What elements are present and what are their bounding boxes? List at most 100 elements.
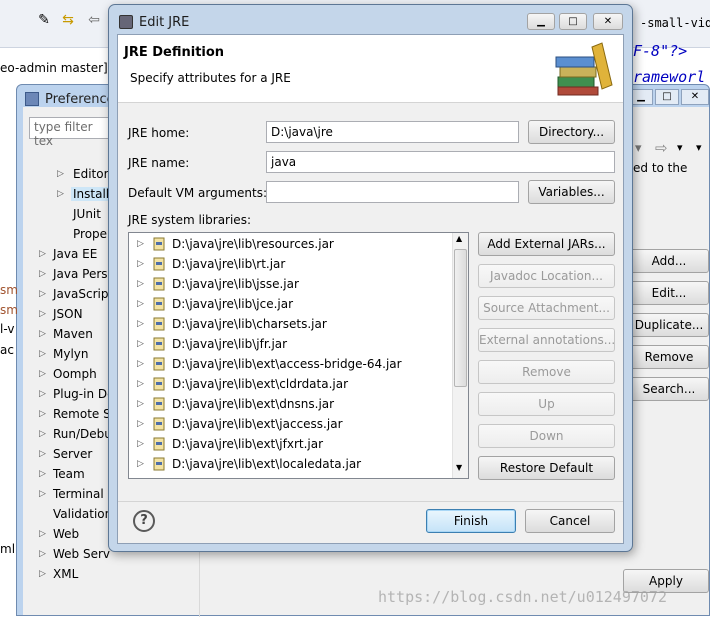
- tree-item-remote-systems[interactable]: Remote S: [53, 407, 111, 421]
- tree-item-xml[interactable]: XML: [53, 567, 78, 581]
- list-item[interactable]: ▷ D:\java\jre\lib\ext\jfxrt.jar: [129, 434, 454, 454]
- scroll-thumb[interactable]: [454, 249, 467, 387]
- tree-item-server[interactable]: Server: [53, 447, 92, 461]
- list-item[interactable]: ▷ D:\java\jre\lib\ext\cldrdata.jar: [129, 374, 454, 394]
- expand-arrow-icon[interactable]: ▷: [39, 469, 46, 479]
- list-item[interactable]: ▷ D:\java\jre\lib\jce.jar: [129, 294, 454, 314]
- tree-item-editor[interactable]: Editor: [73, 167, 109, 181]
- jre-name-input[interactable]: java: [266, 151, 615, 173]
- expand-arrow-icon[interactable]: ▷: [39, 329, 46, 339]
- list-item[interactable]: ▷ D:\java\jre\lib\rt.jar: [129, 254, 454, 274]
- expand-arrow-icon[interactable]: ▷: [137, 374, 144, 394]
- tree-item-terminal[interactable]: Terminal: [53, 487, 104, 501]
- tree-item-properties[interactable]: Prope: [73, 227, 107, 241]
- expand-arrow-icon[interactable]: ▷: [137, 254, 144, 274]
- up-button[interactable]: Up: [478, 392, 615, 416]
- tree-item-java-persistence[interactable]: Java Pers: [53, 267, 108, 281]
- tree-item-maven[interactable]: Maven: [53, 327, 93, 341]
- back-icon[interactable]: ⇦: [86, 12, 102, 28]
- javadoc-location-button[interactable]: Javadoc Location...: [478, 264, 615, 288]
- expand-arrow-icon[interactable]: ▷: [57, 189, 64, 199]
- remove-jre-button[interactable]: Remove: [629, 345, 709, 369]
- list-item[interactable]: ▷ D:\java\jre\lib\ext\localedata.jar: [129, 454, 454, 474]
- expand-arrow-icon[interactable]: ▷: [137, 314, 144, 334]
- expand-arrow-icon[interactable]: ▷: [39, 549, 46, 559]
- close-icon[interactable]: ✕: [681, 89, 709, 105]
- expand-arrow-icon[interactable]: ▷: [137, 274, 144, 294]
- search-jre-button[interactable]: Search...: [629, 377, 709, 401]
- expand-arrow-icon[interactable]: ▷: [137, 454, 144, 474]
- nav-back-icon[interactable]: ▾: [635, 141, 642, 156]
- dialog-close-button[interactable]: ✕: [593, 13, 623, 30]
- list-item[interactable]: ▷ D:\java\jre\lib\jfr.jar: [129, 334, 454, 354]
- expand-arrow-icon[interactable]: ▷: [137, 394, 144, 414]
- expand-arrow-icon[interactable]: ▷: [39, 429, 46, 439]
- cancel-button[interactable]: Cancel: [525, 509, 615, 533]
- help-icon[interactable]: ?: [133, 510, 155, 532]
- list-item[interactable]: ▷ D:\java\jre\lib\ext\jaccess.jar: [129, 414, 454, 434]
- libraries-scrollbar[interactable]: ▲ ▼: [452, 233, 468, 478]
- expand-arrow-icon[interactable]: ▷: [39, 309, 46, 319]
- scroll-down-icon[interactable]: ▼: [456, 463, 462, 472]
- expand-arrow-icon[interactable]: ▷: [39, 369, 46, 379]
- filter-input[interactable]: type filter tex: [29, 117, 109, 148]
- nav-forward-icon[interactable]: ⇨: [655, 139, 668, 157]
- finish-button[interactable]: Finish: [426, 509, 516, 533]
- tree-item-oomph[interactable]: Oomph: [53, 367, 97, 381]
- add-external-jars-button[interactable]: Add External JARs...: [478, 232, 615, 256]
- variables-button[interactable]: Variables...: [528, 180, 615, 204]
- expand-arrow-icon[interactable]: ▷: [137, 294, 144, 314]
- tree-item-run-debug[interactable]: Run/Debu: [53, 427, 112, 441]
- expand-arrow-icon[interactable]: ▷: [137, 434, 144, 454]
- swap-icon[interactable]: ⇆: [60, 12, 76, 28]
- list-item[interactable]: ▷ D:\java\jre\lib\jsse.jar: [129, 274, 454, 294]
- expand-arrow-icon[interactable]: ▷: [137, 354, 144, 374]
- source-attachment-button[interactable]: Source Attachment...: [478, 296, 615, 320]
- libraries-list[interactable]: ▷ D:\java\jre\lib\resources.jar ▷ D:\jav…: [128, 232, 469, 479]
- list-item[interactable]: ▷ D:\java\jre\lib\resources.jar: [129, 234, 454, 254]
- tree-item-web-services[interactable]: Web Serv: [53, 547, 110, 561]
- vm-args-input[interactable]: [266, 181, 519, 203]
- expand-arrow-icon[interactable]: ▷: [39, 449, 46, 459]
- tree-item-plugin-development[interactable]: Plug-in De: [53, 387, 115, 401]
- expand-arrow-icon[interactable]: ▷: [39, 389, 46, 399]
- expand-arrow-icon[interactable]: ▷: [137, 414, 144, 434]
- expand-arrow-icon[interactable]: ▷: [39, 529, 46, 539]
- expand-arrow-icon[interactable]: ▷: [39, 489, 46, 499]
- tree-item-junit[interactable]: JUnit: [73, 207, 101, 221]
- add-jre-button[interactable]: Add...: [629, 249, 709, 273]
- expand-arrow-icon[interactable]: ▷: [137, 334, 144, 354]
- expand-arrow-icon[interactable]: ▷: [39, 349, 46, 359]
- tree-item-json[interactable]: JSON: [53, 307, 83, 321]
- list-item[interactable]: ▷ D:\java\jre\lib\charsets.jar: [129, 314, 454, 334]
- nav-menu-icon[interactable]: ▾: [677, 141, 683, 154]
- tree-item-javascript[interactable]: JavaScript: [53, 287, 113, 301]
- tree-item-validation[interactable]: Validation: [53, 507, 112, 521]
- list-item[interactable]: ▷ D:\java\jre\lib\ext\dnsns.jar: [129, 394, 454, 414]
- duplicate-jre-button[interactable]: Duplicate...: [629, 313, 709, 337]
- expand-arrow-icon[interactable]: ▷: [39, 409, 46, 419]
- maximize-icon[interactable]: □: [655, 89, 679, 105]
- expand-arrow-icon[interactable]: ▷: [57, 169, 64, 179]
- dialog-maximize-button[interactable]: □: [559, 13, 587, 30]
- tree-item-team[interactable]: Team: [53, 467, 85, 481]
- directory-button[interactable]: Directory...: [528, 120, 615, 144]
- expand-arrow-icon[interactable]: ▷: [39, 569, 46, 579]
- list-item[interactable]: ▷ D:\java\jre\lib\ext\access-bridge-64.j…: [129, 354, 454, 374]
- expand-arrow-icon[interactable]: ▷: [39, 249, 46, 259]
- external-annotations-button[interactable]: External annotations...: [478, 328, 615, 352]
- edit-icon[interactable]: ✎: [36, 12, 52, 28]
- down-button[interactable]: Down: [478, 424, 615, 448]
- dialog-minimize-button[interactable]: ▁: [527, 13, 555, 30]
- tree-item-mylyn[interactable]: Mylyn: [53, 347, 89, 361]
- tree-item-web[interactable]: Web: [53, 527, 79, 541]
- edit-jre-button[interactable]: Edit...: [629, 281, 709, 305]
- scroll-up-icon[interactable]: ▲: [456, 234, 462, 243]
- remove-library-button[interactable]: Remove: [478, 360, 615, 384]
- expand-arrow-icon[interactable]: ▷: [137, 234, 144, 254]
- restore-default-button[interactable]: Restore Default: [478, 456, 615, 480]
- jre-home-input[interactable]: D:\java\jre: [266, 121, 519, 143]
- expand-arrow-icon[interactable]: ▷: [39, 269, 46, 279]
- expand-arrow-icon[interactable]: ▷: [39, 289, 46, 299]
- menu-chevron-icon[interactable]: ▾: [696, 141, 702, 154]
